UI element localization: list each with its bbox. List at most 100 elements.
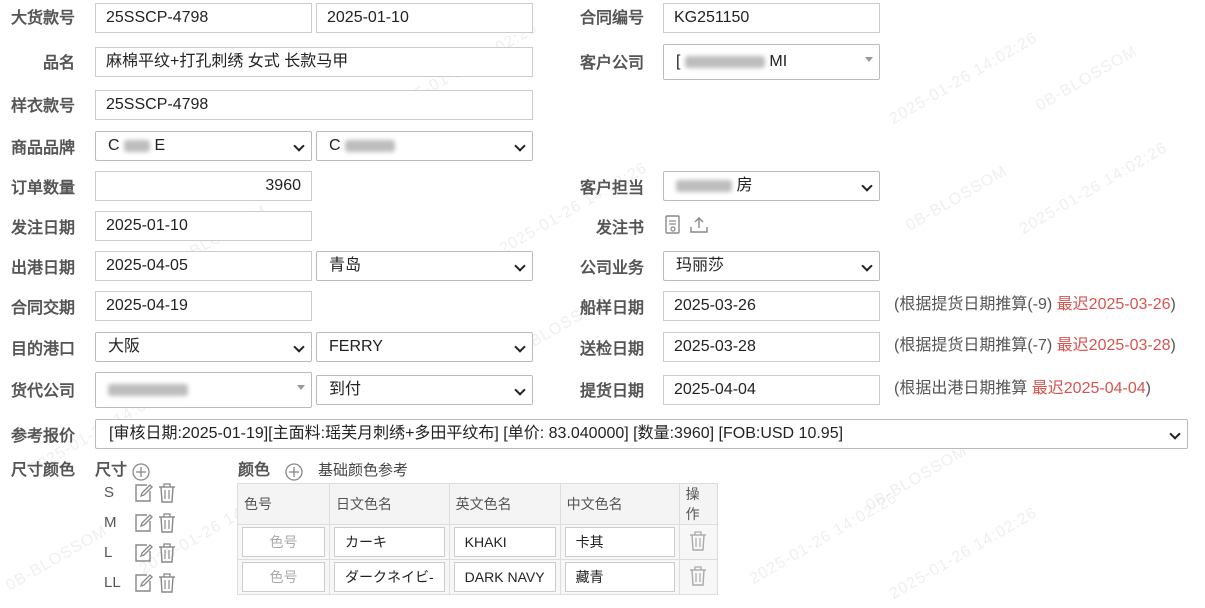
redacted-text (108, 383, 188, 396)
brand-label: 商品品牌 (11, 140, 76, 157)
basic-color-reference-link[interactable]: 基础颜色参考 (318, 460, 408, 482)
pickup-date-label: 提货日期 (580, 383, 645, 400)
chevron-down-icon (514, 384, 526, 396)
document-icon[interactable] (663, 214, 685, 236)
edit-icon[interactable] (133, 482, 153, 508)
customer-rep-label: 客户担当 (580, 180, 645, 197)
order-qty-label: 订单数量 (11, 180, 76, 197)
forwarder-payment-select[interactable]: 到付 (316, 375, 533, 405)
color-jp-name-input[interactable]: ダークネイビ- (334, 562, 445, 592)
size-label: L (104, 544, 113, 561)
size-color-label: 尺寸颜色 (11, 462, 76, 479)
color-en-name-input[interactable]: KHAKI (453, 527, 556, 557)
watermark: 0B-BLOSSOM (903, 162, 1011, 235)
company-business-label: 公司业务 (580, 260, 645, 277)
color-code-input[interactable]: 色号 (242, 562, 325, 592)
color-column-header: 日文色名 (329, 483, 450, 525)
brand-1-tail: E (154, 137, 166, 154)
chevron-down-icon (293, 341, 305, 353)
contract-due-input[interactable]: 2025-04-19 (95, 291, 312, 321)
forwarder-select[interactable] (95, 372, 312, 408)
add-color-icon[interactable] (284, 462, 306, 484)
bulk-no-label: 大货款号 (11, 10, 76, 27)
contract-no-label: 合同编号 (580, 10, 645, 27)
watermark: 2025-01-26 14:02:26 (746, 489, 901, 588)
trash-icon[interactable] (157, 542, 177, 568)
trash-icon[interactable] (688, 530, 708, 555)
dest-method-value: FERRY (329, 338, 383, 355)
chevron-down-icon (861, 260, 873, 272)
pickup-date-input[interactable]: 2025-04-04 (663, 375, 880, 405)
dest-port-label: 目的港口 (11, 341, 76, 358)
sample-no-label: 样衣款号 (11, 98, 76, 115)
ref-price-select[interactable]: [审核日期:2025-01-19][主面料:瑶芙月刺绣+多田平纹布] [单价: … (95, 419, 1188, 449)
ship-sample-date-input[interactable]: 2025-03-26 (663, 291, 880, 321)
trash-icon[interactable] (157, 482, 177, 508)
redacted-text (345, 139, 396, 152)
color-cn-name-input[interactable]: 藏青 (564, 562, 675, 592)
edit-icon[interactable] (133, 572, 153, 598)
watermark: 0B-BLOSSOM (863, 442, 971, 515)
color-column-header: 色号 (237, 483, 330, 525)
contract-no-input[interactable]: KG251150 (663, 3, 880, 33)
color-table: 色号 日文色名 英文色名 中文色名 操作 色号 カーキ KHAKI 卡其 色号 ダークネイビ- DA… (237, 483, 718, 595)
color-cn-name-input[interactable]: 卡其 (564, 527, 675, 557)
sample-no-input[interactable]: 25SSCP-4798 (95, 90, 533, 120)
forwarder-payment-value: 到付 (329, 381, 362, 398)
order-qty-input[interactable]: 3960 (95, 171, 312, 201)
edit-icon[interactable] (133, 542, 153, 568)
company-business-select[interactable]: 玛丽莎 (663, 251, 880, 281)
watermark: 2025-01-26 14:02:26 (496, 159, 651, 258)
customer-company-select[interactable]: [ MI (663, 44, 880, 80)
order-date-input[interactable]: 2025-01-10 (95, 211, 312, 241)
size-label: LL (104, 574, 121, 591)
size-label: M (104, 514, 117, 531)
color-jp-name-input[interactable]: カーキ (334, 527, 445, 557)
contract-due-label: 合同交期 (11, 300, 76, 317)
ship-sample-hint: (根据提货日期推算(-9) 最迟2025-03-26) (894, 296, 1176, 313)
watermark: 2025-01-26 14:02:26 (1016, 139, 1171, 238)
redacted-text (684, 55, 765, 68)
watermark: 2025-01-26 14:02:26 (886, 29, 1041, 128)
chevron-down-icon (1169, 428, 1181, 440)
inspection-date-label: 送检日期 (580, 341, 645, 358)
customer-rep-select[interactable]: 房 (663, 171, 880, 201)
bulk-date-input[interactable]: 2025-01-10 (316, 3, 533, 33)
chevron-down-icon (865, 57, 873, 62)
color-en-name-input[interactable]: DARK NAVY (453, 562, 556, 592)
color-code-input[interactable]: 色号 (242, 527, 325, 557)
ship-port-select[interactable]: 青岛 (316, 251, 533, 281)
customer-company-suffix: MI (769, 53, 788, 70)
brand-select-2[interactable]: C (316, 131, 533, 161)
brand-1-value: C (108, 137, 120, 154)
upload-icon[interactable] (688, 214, 710, 236)
ship-date-input[interactable]: 2025-04-05 (95, 251, 312, 281)
trash-icon[interactable] (688, 565, 708, 590)
product-name-input[interactable]: 麻棉平纹+打孔刺绣 女式 长款马甲 (95, 47, 533, 77)
trash-icon[interactable] (157, 572, 177, 598)
brand-2-value: C (329, 137, 341, 154)
color-row: 色号 カーキ KHAKI 卡其 (237, 524, 718, 560)
dest-port-select[interactable]: 大阪 (95, 332, 312, 362)
customer-company-prefix: [ (676, 53, 681, 70)
customer-company-label: 客户公司 (580, 55, 645, 72)
trash-icon[interactable] (157, 512, 177, 538)
ship-date-label: 出港日期 (11, 260, 76, 277)
ref-price-value: [审核日期:2025-01-19][主面料:瑶芙月刺绣+多田平纹布] [单价: … (109, 425, 844, 442)
product-name-label: 品名 (42, 55, 75, 72)
brand-select-1[interactable]: C E (95, 131, 312, 161)
ship-port-value: 青岛 (329, 257, 362, 274)
redacted-text (124, 139, 151, 152)
dest-method-select[interactable]: FERRY (316, 332, 533, 362)
color-column-header: 中文色名 (559, 483, 680, 525)
add-size-icon[interactable] (131, 462, 153, 484)
redacted-text (676, 179, 732, 192)
sizes-header: 尺寸 (95, 462, 128, 479)
inspection-hint: (根据提货日期推算(-7) 最迟2025-03-28) (894, 337, 1176, 354)
inspection-date-input[interactable]: 2025-03-28 (663, 332, 880, 362)
bulk-no-input[interactable]: 25SSCP-4798 (95, 3, 312, 33)
chevron-down-icon (861, 180, 873, 192)
edit-icon[interactable] (133, 512, 153, 538)
order-date-label: 发注日期 (11, 220, 76, 237)
chevron-down-icon (293, 140, 305, 152)
